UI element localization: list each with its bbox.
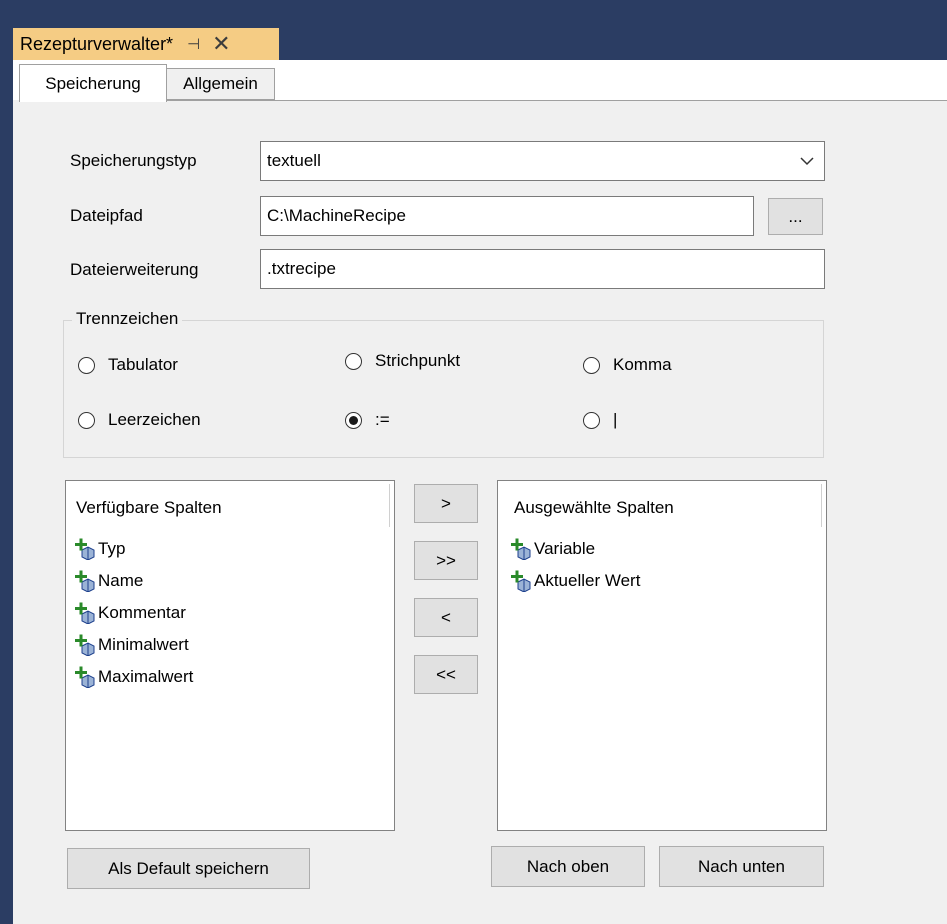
radio-label: Komma xyxy=(613,355,672,374)
list-item[interactable]: Minimalwert xyxy=(74,629,193,661)
extension-input[interactable]: .txtrecipe xyxy=(260,249,825,289)
variable-icon xyxy=(75,602,95,624)
radio-label: := xyxy=(375,410,390,429)
storage-type-select[interactable]: textuell xyxy=(260,141,825,181)
radio-leerzeichen[interactable]: Leerzeichen xyxy=(78,410,201,430)
list-item[interactable]: Name xyxy=(74,565,193,597)
selected-columns-list[interactable]: Ausgewählte Spalten Variable Aktueller W… xyxy=(497,480,827,831)
list-item[interactable]: Kommentar xyxy=(74,597,193,629)
list-item[interactable]: Variable xyxy=(510,533,640,565)
close-icon[interactable]: ✕ xyxy=(212,33,230,55)
available-columns-list[interactable]: Verfügbare Spalten Typ Name Kommentar Mi… xyxy=(65,480,395,831)
radio-assign[interactable]: := xyxy=(345,410,390,430)
list-item[interactable]: Typ xyxy=(74,533,193,565)
radio-circle xyxy=(345,352,362,370)
add-all-columns-button[interactable]: >> xyxy=(414,541,478,580)
chevron-down-icon xyxy=(800,157,814,166)
move-down-button[interactable]: Nach unten xyxy=(659,846,824,887)
document-tab-title: Rezepturverwalter* xyxy=(20,33,174,54)
selected-columns-header: Ausgewählte Spalten xyxy=(514,498,674,517)
add-column-button[interactable]: > xyxy=(414,484,478,523)
variable-icon xyxy=(75,538,95,560)
filepath-input[interactable]: C:\MachineRecipe xyxy=(260,196,754,236)
storage-type-label: Speicherungstyp xyxy=(70,151,197,170)
radio-strichpunkt[interactable]: Strichpunkt xyxy=(345,351,460,371)
remove-column-button[interactable]: < xyxy=(414,598,478,637)
tab-speicherung[interactable]: Speicherung xyxy=(19,64,167,102)
variable-icon xyxy=(75,666,95,688)
header-divider xyxy=(821,484,822,527)
variable-icon xyxy=(75,570,95,592)
left-frame xyxy=(0,0,13,924)
radio-circle xyxy=(583,411,600,429)
title-bar xyxy=(0,0,947,31)
radio-circle xyxy=(78,356,95,374)
radio-label: Tabulator xyxy=(108,355,178,374)
radio-pipe[interactable]: | xyxy=(583,410,617,430)
move-up-button[interactable]: Nach oben xyxy=(491,846,645,887)
variable-icon xyxy=(511,538,531,560)
browse-button[interactable]: ... xyxy=(768,198,823,235)
radio-circle-checked xyxy=(345,411,362,429)
radio-circle xyxy=(583,356,600,374)
radio-label: Leerzeichen xyxy=(108,410,201,429)
variable-icon xyxy=(511,570,531,592)
document-tab[interactable]: Rezepturverwalter* ⊣ ✕ xyxy=(13,28,279,60)
extension-label: Dateierweiterung xyxy=(70,260,199,279)
storage-type-value: textuell xyxy=(267,151,321,170)
radio-label: Strichpunkt xyxy=(375,351,461,370)
available-columns-header: Verfügbare Spalten xyxy=(76,498,222,517)
pin-icon[interactable]: ⊣ xyxy=(187,35,200,53)
filepath-label: Dateipfad xyxy=(70,206,143,225)
radio-label: | xyxy=(613,410,618,429)
tab-allgemein[interactable]: Allgemein xyxy=(167,68,275,100)
variable-icon xyxy=(75,634,95,656)
selected-columns-items: Variable Aktueller Wert xyxy=(510,533,640,597)
separator-group-label: Trennzeichen xyxy=(72,309,183,329)
list-item[interactable]: Maximalwert xyxy=(74,661,193,693)
radio-komma[interactable]: Komma xyxy=(583,355,672,375)
radio-tabulator[interactable]: Tabulator xyxy=(78,355,178,375)
radio-circle xyxy=(78,411,95,429)
list-item[interactable]: Aktueller Wert xyxy=(510,565,640,597)
separator-group xyxy=(63,320,824,458)
save-default-button[interactable]: Als Default speichern xyxy=(67,848,310,889)
available-columns-items: Typ Name Kommentar Minimalwert Maximalwe… xyxy=(74,533,193,693)
header-divider xyxy=(389,484,390,527)
remove-all-columns-button[interactable]: << xyxy=(414,655,478,694)
